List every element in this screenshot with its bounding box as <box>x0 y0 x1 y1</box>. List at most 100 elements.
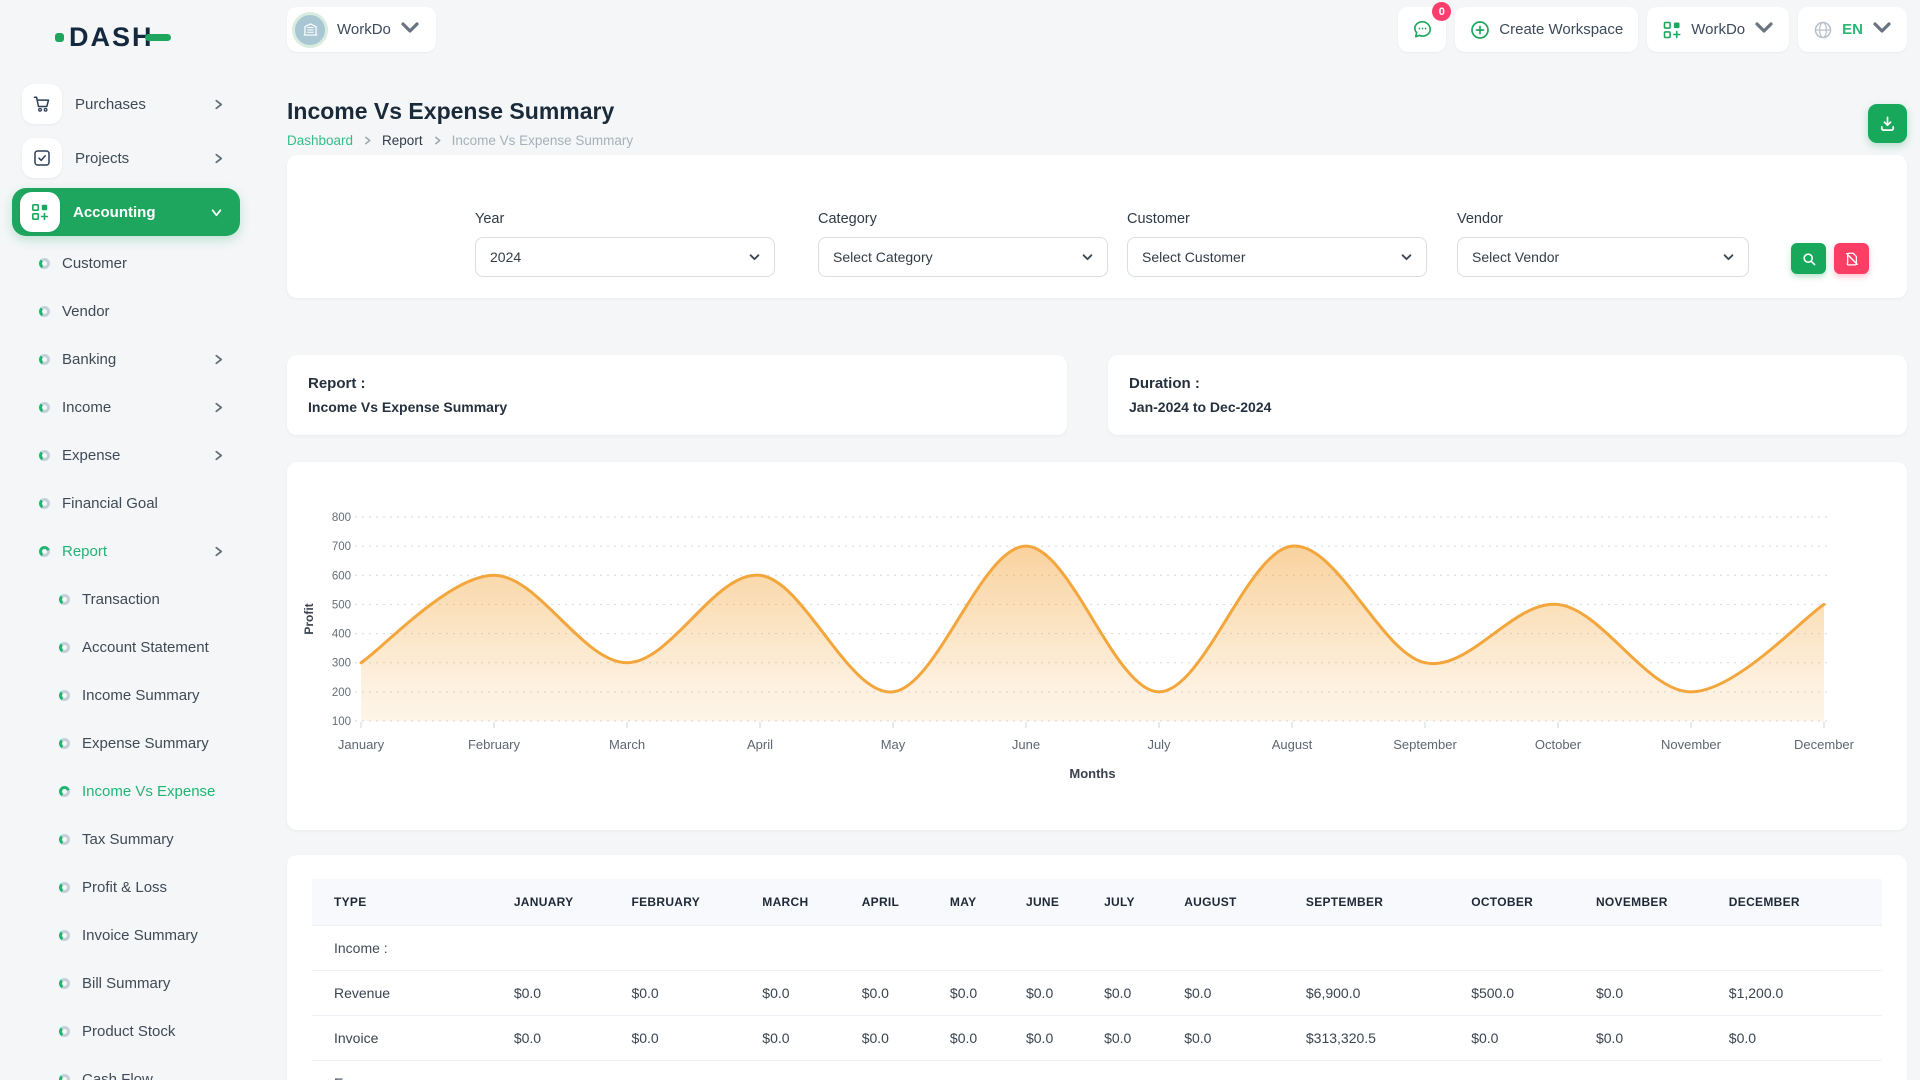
sidebar-item-tax-summary[interactable]: Tax Summary <box>0 815 258 863</box>
chevron-down-icon <box>1723 252 1734 263</box>
chevron-down-icon <box>1401 252 1412 263</box>
sidebar-item-income-vs-expense[interactable]: Income Vs Expense <box>0 767 258 815</box>
sidebar-item-accounting[interactable]: Accounting <box>12 188 240 236</box>
sidebar-item-expense[interactable]: Expense <box>0 431 258 479</box>
cell-value: $0.0 <box>950 1015 1026 1060</box>
breadcrumb-dashboard[interactable]: Dashboard <box>287 133 353 148</box>
column-header-june: JUNE <box>1026 879 1104 925</box>
sidebar-item-transaction[interactable]: Transaction <box>0 575 258 623</box>
cell-value: $0.0 <box>1026 970 1104 1015</box>
table-row-revenue: Revenue$0.0$0.0$0.0$0.0$0.0$0.0$0.0$0.0$… <box>312 970 1882 1015</box>
cell-value: $1,200.0 <box>1729 970 1882 1015</box>
svg-text:400: 400 <box>332 629 351 641</box>
duration-card-value: Jan-2024 to Dec-2024 <box>1129 399 1886 415</box>
column-header-march: MARCH <box>762 879 861 925</box>
download-icon <box>1878 114 1897 133</box>
sidebar-item-profit-loss[interactable]: Profit & Loss <box>0 863 258 911</box>
sidebar-item-expense-summary[interactable]: Expense Summary <box>0 719 258 767</box>
cell-value: $0.0 <box>862 1015 950 1060</box>
sidebar-item-banking[interactable]: Banking <box>0 335 258 383</box>
sidebar-item-label: Vendor <box>62 303 110 320</box>
sidebar-item-financial-goal[interactable]: Financial Goal <box>0 479 258 527</box>
dot-ring-icon <box>39 546 50 557</box>
sidebar-item-label: Bill Summary <box>82 975 170 992</box>
sidebar-item-label: Expense <box>62 447 120 464</box>
svg-text:700: 700 <box>332 541 351 553</box>
chevron-right-icon <box>213 153 224 164</box>
chevron-right-icon <box>213 402 224 413</box>
chevron-right-icon <box>433 136 442 145</box>
dot-ring-icon <box>59 786 70 797</box>
cell-value: $0.0 <box>762 1015 861 1060</box>
sidebar-item-purchases[interactable]: Purchases <box>0 77 258 131</box>
svg-text:January: January <box>338 737 385 752</box>
sidebar-item-customer[interactable]: Customer <box>0 239 258 287</box>
reset-filter-button[interactable] <box>1834 243 1869 274</box>
brand-logo[interactable]: DASH <box>55 22 258 53</box>
dot-ring-icon <box>59 882 70 893</box>
dot-ring-icon <box>59 834 70 845</box>
cart-icon <box>22 84 62 124</box>
profit-chart-card: 100200300400500600700800JanuaryFebruaryM… <box>287 462 1907 830</box>
category-select[interactable]: Select Category <box>818 237 1108 277</box>
svg-text:Profit: Profit <box>302 603 316 634</box>
column-header-january: JANUARY <box>514 879 632 925</box>
svg-text:March: March <box>609 737 645 752</box>
column-header-october: OCTOBER <box>1471 879 1596 925</box>
vendor-select[interactable]: Select Vendor <box>1457 237 1749 277</box>
svg-text:Months: Months <box>1069 766 1115 781</box>
dot-ring-icon <box>59 642 70 653</box>
sidebar-item-cash-flow[interactable]: Cash Flow <box>0 1055 258 1080</box>
column-header-august: AUGUST <box>1184 879 1306 925</box>
year-select[interactable]: 2024 <box>475 237 775 277</box>
file-slash-icon <box>1844 251 1860 267</box>
sidebar-item-invoice-summary[interactable]: Invoice Summary <box>0 911 258 959</box>
cell-value: $0.0 <box>1184 970 1306 1015</box>
svg-text:September: September <box>1393 737 1457 752</box>
sidebar-item-vendor[interactable]: Vendor <box>0 287 258 335</box>
download-button[interactable] <box>1868 104 1907 143</box>
customer-select[interactable]: Select Customer <box>1127 237 1427 277</box>
sidebar-item-label: Banking <box>62 351 116 368</box>
cell-value: $0.0 <box>762 970 861 1015</box>
section-label: Expense : <box>312 1060 1882 1080</box>
dot-ring-icon <box>39 354 50 365</box>
chevron-right-icon <box>363 136 372 145</box>
dot-ring-icon <box>59 1026 70 1037</box>
sidebar-item-label: Income Vs Expense <box>82 783 215 800</box>
filter-vendor: Vendor Select Vendor <box>1457 211 1749 277</box>
svg-text:October: October <box>1535 737 1582 752</box>
cell-value: $0.0 <box>631 1015 762 1060</box>
row-type-label: Revenue <box>312 970 514 1015</box>
sidebar-item-income[interactable]: Income <box>0 383 258 431</box>
sidebar-item-income-summary[interactable]: Income Summary <box>0 671 258 719</box>
duration-summary-card: Duration : Jan-2024 to Dec-2024 <box>1108 355 1907 435</box>
breadcrumb: Dashboard Report Income Vs Expense Summa… <box>287 133 633 148</box>
search-icon <box>1801 251 1817 267</box>
filter-year: Year 2024 <box>475 211 775 277</box>
cell-value: $0.0 <box>950 970 1026 1015</box>
sidebar-item-account-statement[interactable]: Account Statement <box>0 623 258 671</box>
table-section-row-income: Income : <box>312 925 1882 970</box>
dot-ring-icon <box>59 1074 70 1080</box>
cell-value: $0.0 <box>514 970 632 1015</box>
dot-ring-icon <box>59 930 70 941</box>
sidebar: DASH PurchasesProjectsAccountingCustomer… <box>0 0 258 1080</box>
breadcrumb-report[interactable]: Report <box>382 133 423 148</box>
column-header-november: NOVEMBER <box>1596 879 1729 925</box>
chart-svg: 100200300400500600700800JanuaryFebruaryM… <box>287 462 1907 830</box>
sidebar-item-bill-summary[interactable]: Bill Summary <box>0 959 258 1007</box>
sidebar-item-projects[interactable]: Projects <box>0 131 258 185</box>
filter-customer: Customer Select Customer <box>1127 211 1427 277</box>
sidebar-item-report[interactable]: Report <box>0 527 258 575</box>
svg-text:May: May <box>881 737 906 752</box>
apply-filter-button[interactable] <box>1791 243 1826 274</box>
svg-text:800: 800 <box>332 512 351 524</box>
dot-ring-icon <box>59 690 70 701</box>
summary-cards: Report : Income Vs Expense Summary Durat… <box>287 355 1907 435</box>
sidebar-item-product-stock[interactable]: Product Stock <box>0 1007 258 1055</box>
sidebar-item-label: Income <box>62 399 111 416</box>
svg-text:July: July <box>1147 737 1171 752</box>
cell-value: $500.0 <box>1471 970 1596 1015</box>
sidebar-nav: PurchasesProjectsAccountingCustomer Vendo… <box>0 77 258 1080</box>
